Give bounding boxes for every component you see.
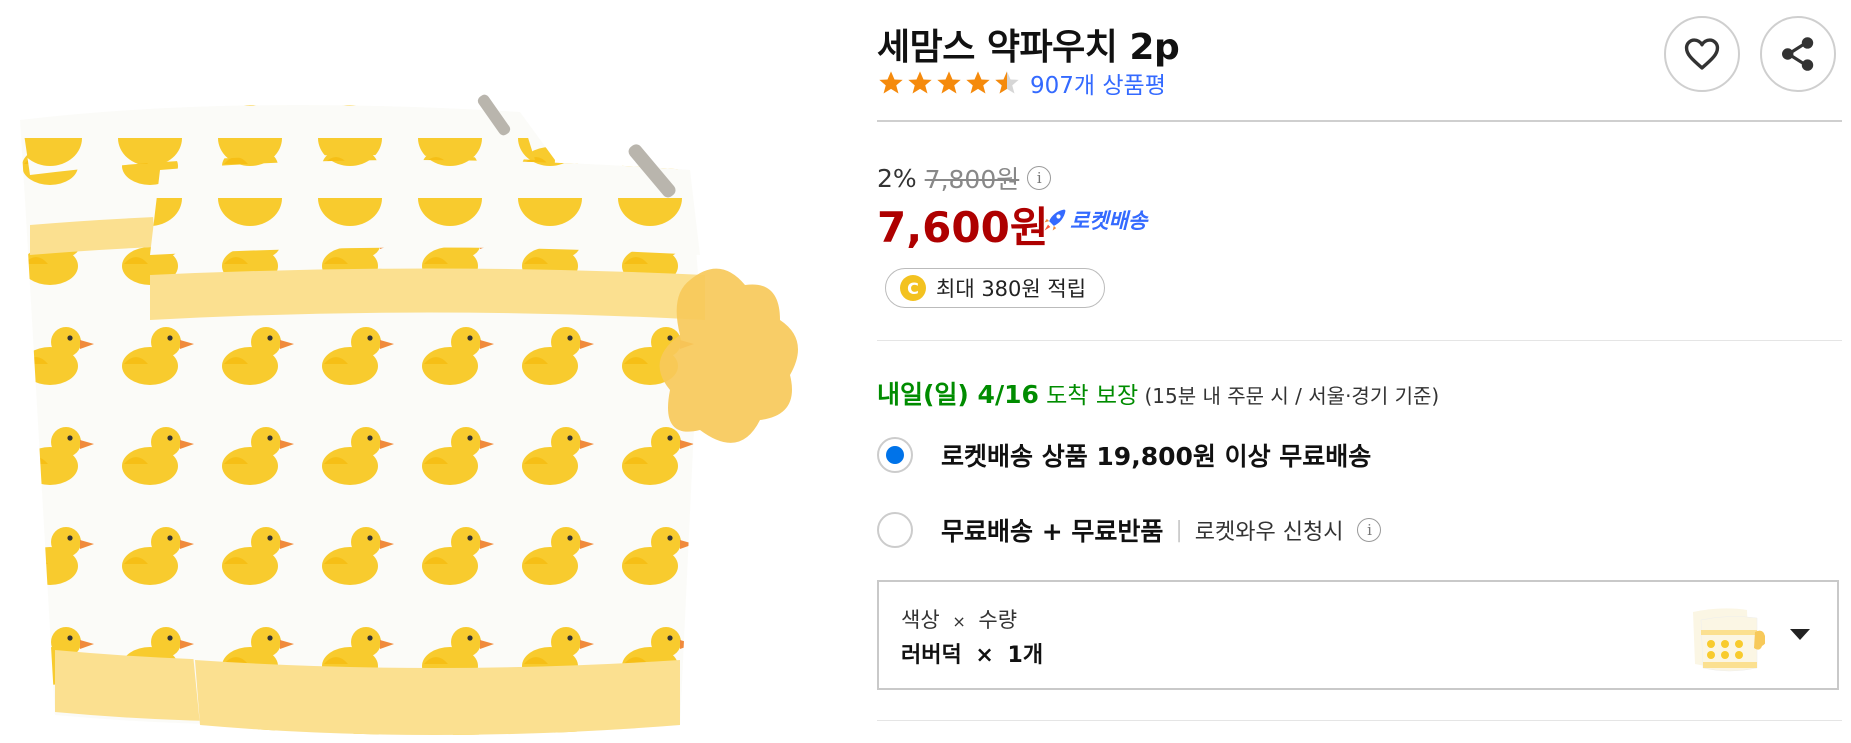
star-icon [937,71,961,94]
delivery-note: (15분 내 주문 시 / 서울·경기 기준) [1138,384,1440,408]
star-icon [966,71,990,94]
divider [877,120,1842,122]
share-button[interactable] [1760,16,1836,92]
shipping-option-label: 무료배송 + 무료반품 [941,517,1164,546]
shipping-option-sub: 로켓와우 신청시 [1194,520,1344,545]
separator: | [1175,517,1183,543]
discount-rate: 2% [877,163,917,193]
coin-icon: C [900,275,926,301]
rocket-delivery-badge: 로켓배송 [1040,205,1147,235]
delivery-date: 내일(일) 4/16 [877,380,1039,409]
product-image[interactable] [0,0,860,739]
option-header: 색상 × 수량 [901,608,1018,632]
shipping-option-rocket[interactable]: 로켓배송 상품 19,800원 이상 무료배송 [877,437,1371,473]
half-star-icon [995,71,1019,94]
option-value: 러버덕 × 1개 [901,643,1044,668]
radio-unselected[interactable] [877,512,913,548]
radio-selected[interactable] [877,437,913,473]
front-pouch [150,144,798,735]
rating-row[interactable]: 907개 상품평 [877,66,1166,100]
reward-text: 최대 380원 적립 [936,277,1087,301]
divider [877,720,1842,721]
info-icon[interactable]: i [1027,166,1052,190]
divider [877,340,1842,341]
product-info-panel: 세맘스 약파우치 2p 907개 상품평 2% 7,800원 i 7,600원 … [877,0,1842,739]
discount-row: 2% 7,800원 i [877,160,1052,196]
sale-price: 7,600원 [877,203,1049,252]
reward-badge: C 최대 380원 적립 [885,268,1106,308]
option-thumbnail [1687,594,1765,674]
shipping-option-label: 로켓배송 상품 19,800원 이상 무료배송 [941,442,1372,471]
rocket-label: 로켓배송 [1070,209,1148,233]
review-count-link[interactable]: 907개 상품평 [1030,66,1166,100]
star-icon [908,71,932,94]
chevron-down-icon[interactable] [1790,629,1810,640]
duck-pouch-photo [20,94,798,735]
info-icon[interactable]: i [1357,518,1382,542]
heart-icon [1684,38,1720,70]
option-select-dropdown[interactable]: 색상 × 수량 러버덕 × 1개 [877,580,1839,690]
delivery-eta: 내일(일) 4/16 도착 보장 (15분 내 주문 시 / 서울·경기 기준) [877,375,1439,411]
rocket-icon [1044,209,1066,231]
share-icon [1782,37,1814,71]
product-title: 세맘스 약파우치 2p [877,27,1180,68]
wishlist-button[interactable] [1664,16,1740,92]
original-price: 7,800원 [924,165,1020,194]
delivery-guarantee: 도착 보장 [1038,383,1139,409]
shipping-option-free[interactable]: 무료배송 + 무료반품 | 로켓와우 신청시 i [877,512,1382,548]
star-icon [879,71,903,94]
